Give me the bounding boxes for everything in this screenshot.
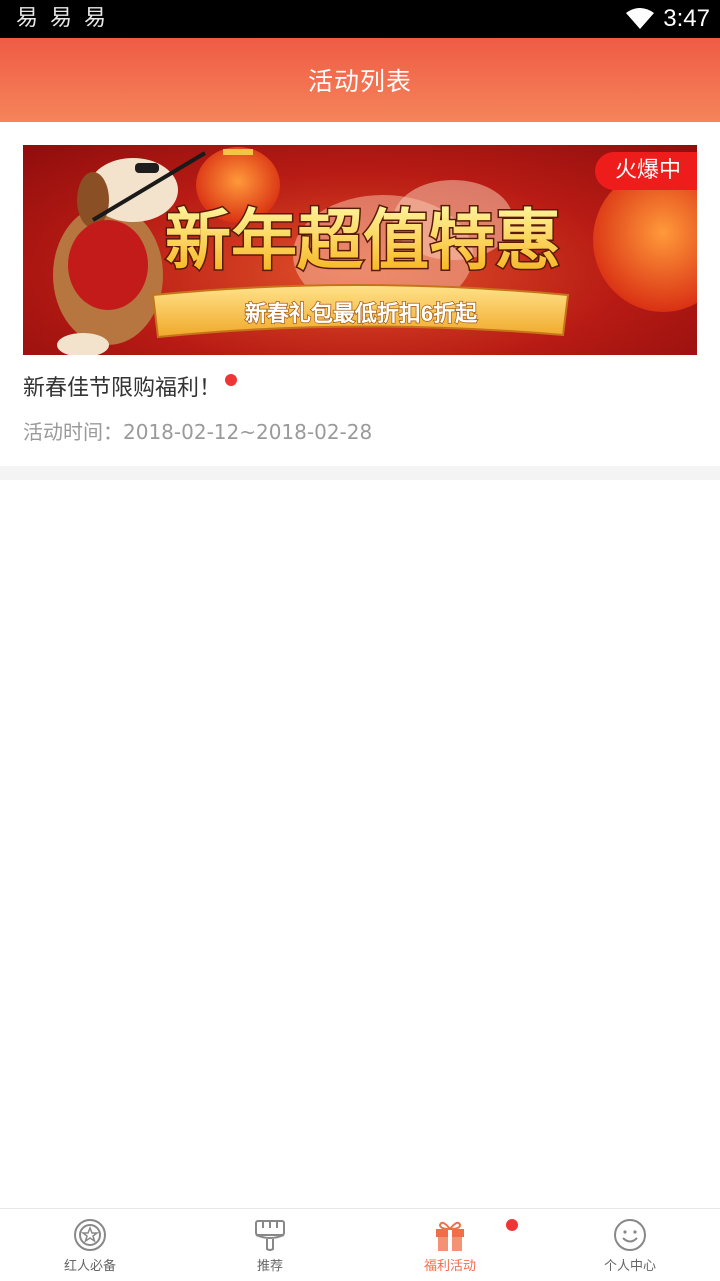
tab-label: 红人必备 [63,1259,116,1274]
hot-badge: 火爆中 [594,152,697,190]
tab-profile[interactable]: 个人中心 [540,1209,720,1281]
brush-icon [255,1220,285,1251]
app-bar: 活动列表 [0,38,720,122]
activity-banner[interactable]: 新年超值特惠 新春礼包最低折扣6折起 火爆中 [23,145,697,355]
banner-subline: 新春礼包最低折扣6折起 [245,301,478,326]
activity-time: 活动时间：2018-02-12~2018-02-28 [23,420,373,444]
tab-recommend[interactable]: 推荐 [180,1209,360,1281]
activity-card[interactable]: 新年超值特惠 新春礼包最低折扣6折起 火爆中 新春佳节限购福利！ 活动时间：20… [0,122,720,466]
badge-star-icon [74,1219,106,1251]
status-bar: 易 易 易 3:47 [0,0,720,38]
activity-title: 新春佳节限购福利！ [23,376,222,401]
notification-icon: 易 [50,6,73,31]
notification-icon: 易 [84,6,107,31]
tab-welfare-activities[interactable]: 福利活动 [360,1209,540,1281]
status-right: 3:47 [625,3,710,35]
tab-label: 个人中心 [603,1259,656,1274]
page-title: 活动列表 [307,67,412,96]
activity-title-row: 新春佳节限购福利！ [23,374,238,404]
tab-essentials[interactable]: 红人必备 [0,1209,180,1281]
notification-icon: 易 [16,6,39,31]
bottom-tab-bar: 红人必备 推荐 福利活动 个人中心 [0,1208,720,1280]
dog-glasses [135,163,159,173]
dog-jacket [68,220,148,310]
notification-dot [506,1219,518,1231]
tab-label: 福利活动 [423,1259,476,1274]
gift-icon [436,1221,464,1251]
smiley-icon [614,1219,646,1251]
lantern-cap [223,149,253,155]
status-notification-icons: 易 易 易 [16,5,106,33]
activity-list[interactable]: 新年超值特惠 新春礼包最低折扣6折起 火爆中 新春佳节限购福利！ 活动时间：20… [0,122,720,1208]
banner-headline: 新年超值特惠 [165,203,561,277]
tab-label: 推荐 [256,1259,283,1274]
card-divider [0,466,720,480]
unread-dot [225,374,238,386]
wifi-icon [626,8,655,29]
status-time: 3:47 [663,5,710,32]
